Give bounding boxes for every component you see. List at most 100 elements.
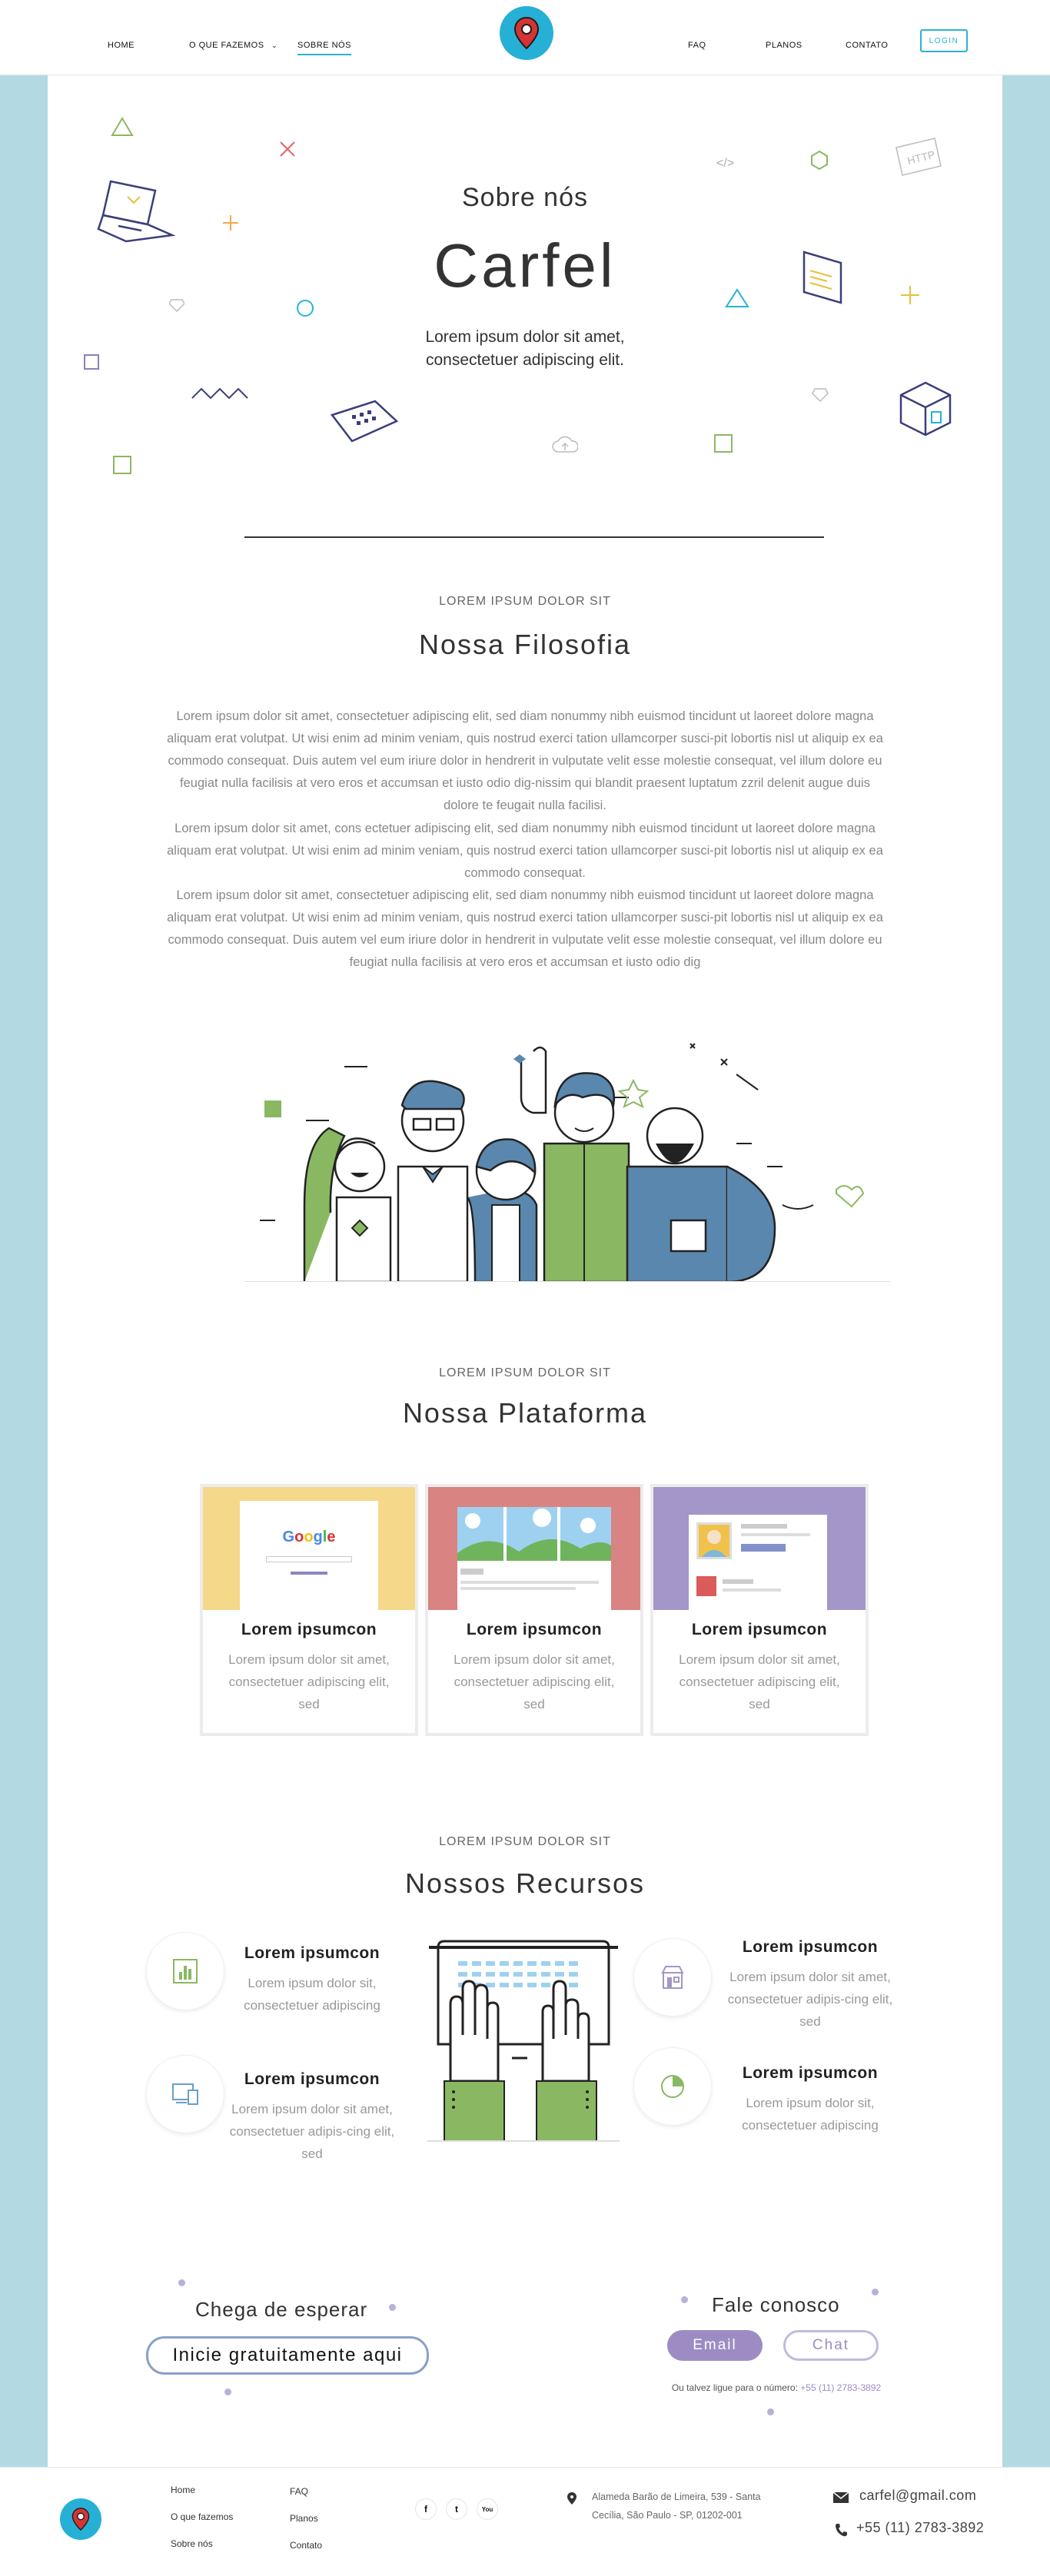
login-button[interactable]: LOGIN [920,29,968,52]
diamond-gray-icon [812,388,829,403]
hero-subtitle: Sobre nós [462,183,588,212]
square-green-small-icon [714,434,733,453]
triangle-icon [111,117,134,136]
footer-link-planos[interactable]: Planos [290,2513,318,2524]
decor-dot [767,2408,774,2415]
nav-sobre-nos[interactable]: SOBRE NÓS [297,41,351,55]
profile-photo [696,1522,732,1559]
landscape-picture [457,1507,611,1561]
map-marker-icon [567,2492,577,2505]
start-free-button[interactable]: Inicie gratuitamente aqui [146,2336,429,2375]
search-bar [266,1556,352,1562]
feature-1-title: Lorem ipsumcon [244,1944,380,1962]
profile-button-bar [741,1544,786,1552]
platform-eyebrow: LOREM IPSUM DOLOR SIT [439,1366,611,1379]
philosophy-paragraph-3: Lorem ipsum dolor sit amet, consectetuer… [167,888,883,969]
facebook-icon[interactable]: f [415,2498,437,2520]
footer-link-o-que-fazemos[interactable]: O que fazemos [171,2511,233,2522]
phone-icon [836,2524,847,2537]
decor-dot [872,2289,879,2295]
landscape-mockup [457,1507,611,1610]
code-tag-icon: </> [716,157,735,170]
text-line [741,1524,787,1529]
hero-divider [244,536,824,538]
search-button-bar [291,1572,327,1575]
decor-dot [389,2304,396,2311]
feature-2-description: Lorem ipsum dolor sit amet, consectetuer… [229,2102,395,2161]
location-pin-icon [513,16,540,50]
philosophy-title: Nossa Filosofia [418,629,632,660]
search-logo: Google [282,1529,336,1545]
server-box-icon [899,381,952,437]
text-line [723,1588,781,1592]
text-line [723,1579,753,1584]
philosophy-eyebrow: LOREM IPSUM DOLOR SIT [439,595,611,608]
site-footer: Home O que fazemos Sobre nós FAQ Planos … [0,2467,1050,2576]
phone-note-prefix: Ou talvez ligue para o número: [671,2382,798,2393]
card-image-search: Google [203,1487,415,1610]
email-button[interactable]: Email [667,2330,763,2361]
card-title: Lorem ipsumcon [691,1621,828,1638]
footer-address: Alameda Barão de Limeira, 539 - Santa Ce… [592,2491,761,2521]
resources-title: Nossos Recursos [404,1867,646,1899]
square-green-icon [113,456,131,474]
decor-dot [178,2279,185,2286]
feature-4-description: Lorem ipsum dolor sit, consectetuer adip… [742,2096,879,2133]
nav-planos[interactable]: PLANOS [766,41,802,50]
philosophy-paragraph-2: Lorem ipsum dolor sit amet, cons ectetue… [167,822,883,880]
text-line [741,1533,810,1536]
text-line [460,1569,483,1575]
footer-email[interactable]: carfel@gmail.com [859,2488,976,2504]
philosophy-paragraph-1: Lorem ipsum dolor sit amet, consectetuer… [167,709,883,812]
cross-icon [280,141,295,157]
nav-contato[interactable]: CONTATO [846,41,888,50]
footer-link-home[interactable]: Home [171,2485,195,2495]
location-pin-icon [71,2508,90,2531]
feature-2-circle [146,2055,224,2133]
resources-eyebrow: LOREM IPSUM DOLOR SIT [439,1835,611,1848]
platform-card-2[interactable]: Lorem ipsumcon Lorem ipsum dolor sit ame… [428,1487,640,1733]
chevron-down-icon: ⌄ [271,41,278,49]
twitter-icon[interactable]: t [446,2498,467,2520]
feature-3-description: Lorem ipsum dolor sit amet, consectetuer… [727,1970,893,2029]
text-line [460,1587,576,1590]
footer-phone[interactable]: +55 (11) 2783-3892 [856,2520,984,2536]
feature-1-description: Lorem ipsum dolor sit, consectetuer adip… [244,1976,380,2013]
footer-link-contato[interactable]: Contato [290,2540,322,2551]
team-illustration [244,1043,890,1282]
footer-logo[interactable] [60,2498,101,2540]
card-description: Lorem ipsum dolor sit amet, consectetuer… [454,1652,615,1711]
page-frame: </> HTTP Sobre nós Carfel Lorem ipsum do… [0,75,1050,2467]
site-header: HOME O QUE FAZEMOS ⌄ SOBRE NÓS FAQ PLANO… [0,0,1050,75]
nav-o-que-fazemos-label: O QUE FAZEMOS [189,41,264,50]
footer-link-faq[interactable]: FAQ [290,2486,308,2497]
envelope-icon [833,2492,849,2503]
card-description: Lorem ipsum dolor sit amet, consectetuer… [679,1652,840,1711]
card-image-landscape [428,1487,640,1610]
main-content: </> HTTP Sobre nós Carfel Lorem ipsum do… [48,75,1002,2467]
card-description: Lorem ipsum dolor sit amet, consectetuer… [228,1652,390,1711]
cta-wait-text: Chega de esperar [195,2298,368,2321]
nav-o-que-fazemos[interactable]: O QUE FAZEMOS ⌄ [189,41,277,50]
nav-faq[interactable]: FAQ [688,41,706,50]
platform-card-1[interactable]: Google Lorem ipsumcon Lorem ipsum dolor … [203,1487,415,1733]
thumbnail [696,1576,716,1596]
logo[interactable] [500,6,553,60]
wave-icon [191,387,248,400]
search-mockup: Google [240,1501,378,1610]
feature-3-title: Lorem ipsumcon [742,1938,879,1956]
phone-note: Ou talvez ligue para o número: +55 (11) … [638,2382,915,2393]
nav-home[interactable]: HOME [108,41,135,50]
pie-chart-icon [661,2075,684,2098]
feature-3-circle [633,1938,712,2017]
footer-link-sobre-nos[interactable]: Sobre nós [171,2538,213,2549]
feature-4-title: Lorem ipsumcon [742,2064,879,2082]
platform-card-3[interactable]: Lorem ipsumcon Lorem ipsum dolor sit ame… [653,1487,866,1733]
phone-note-number[interactable]: +55 (11) 2783-3892 [800,2382,881,2393]
decor-dot [681,2296,688,2303]
calculator-icon [330,400,399,443]
chat-button[interactable]: Chat [783,2330,879,2361]
browser-http-icon: HTTP [895,138,942,176]
youtube-icon[interactable]: You [477,2498,498,2520]
hands-laptop-illustration [427,1940,620,2142]
